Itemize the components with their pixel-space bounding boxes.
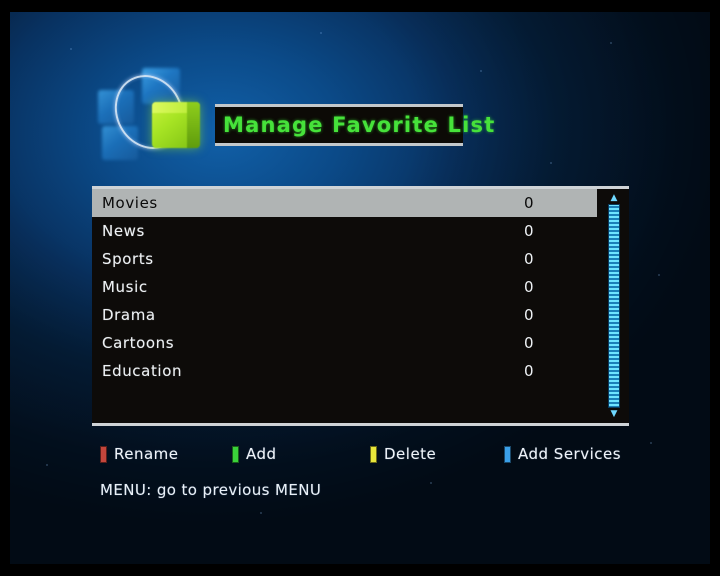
list-item[interactable]: Sports 0 [92, 245, 597, 273]
list-item[interactable]: News 0 [92, 217, 597, 245]
list-item[interactable]: Music 0 [92, 273, 597, 301]
rename-button[interactable]: Rename [100, 442, 179, 466]
add-color-chip-icon [232, 445, 239, 463]
list-item-label: News [102, 222, 145, 240]
list-item-label: Education [102, 362, 183, 380]
list-scrollbar[interactable]: ▲ ▼ [607, 194, 621, 419]
rename-color-chip-icon [100, 445, 107, 463]
list-item-count: 0 [524, 334, 534, 352]
add-services-button-label: Add Services [518, 445, 622, 463]
delete-color-chip-icon [370, 445, 377, 463]
favorite-list[interactable]: Movies 0 News 0 Sports 0 Music 0 Drama 0… [92, 189, 597, 385]
list-item[interactable]: Cartoons 0 [92, 329, 597, 357]
list-item-count: 0 [524, 194, 534, 212]
list-item[interactable]: Drama 0 [92, 301, 597, 329]
tv-screen: Manage Favorite List Movies 0 News 0 Spo… [0, 0, 720, 576]
page-title: Manage Favorite List [223, 113, 496, 137]
logo-cube-green [152, 102, 200, 148]
add-button[interactable]: Add [232, 442, 277, 466]
app-logo [96, 62, 214, 164]
add-services-button[interactable]: Add Services [504, 442, 621, 466]
footer-help-text: MENU: go to previous MENU [100, 481, 322, 499]
list-item-count: 0 [524, 278, 534, 296]
list-item-label: Movies [102, 194, 158, 212]
delete-button-label: Delete [384, 445, 437, 463]
delete-button[interactable]: Delete [370, 442, 436, 466]
scroll-up-arrow-icon[interactable]: ▲ [608, 194, 620, 203]
title-banner: Manage Favorite List [215, 104, 494, 146]
list-item-label: Drama [102, 306, 156, 324]
list-item[interactable]: Education 0 [92, 357, 597, 385]
favorite-list-panel: Movies 0 News 0 Sports 0 Music 0 Drama 0… [92, 186, 629, 426]
add-button-label: Add [246, 445, 277, 463]
list-item-label: Sports [102, 250, 154, 268]
list-item-label: Music [102, 278, 148, 296]
list-item-label: Cartoons [102, 334, 175, 352]
rename-button-label: Rename [114, 445, 179, 463]
action-button-bar: Rename Add Delete Add Services [92, 442, 637, 466]
list-item[interactable]: Movies 0 [92, 189, 597, 217]
add-services-color-chip-icon [504, 445, 511, 463]
list-item-count: 0 [524, 250, 534, 268]
list-item-count: 0 [524, 362, 534, 380]
list-item-count: 0 [524, 306, 534, 324]
scrollbar-track[interactable] [608, 204, 620, 408]
list-item-count: 0 [524, 222, 534, 240]
scroll-down-arrow-icon[interactable]: ▼ [608, 410, 620, 419]
